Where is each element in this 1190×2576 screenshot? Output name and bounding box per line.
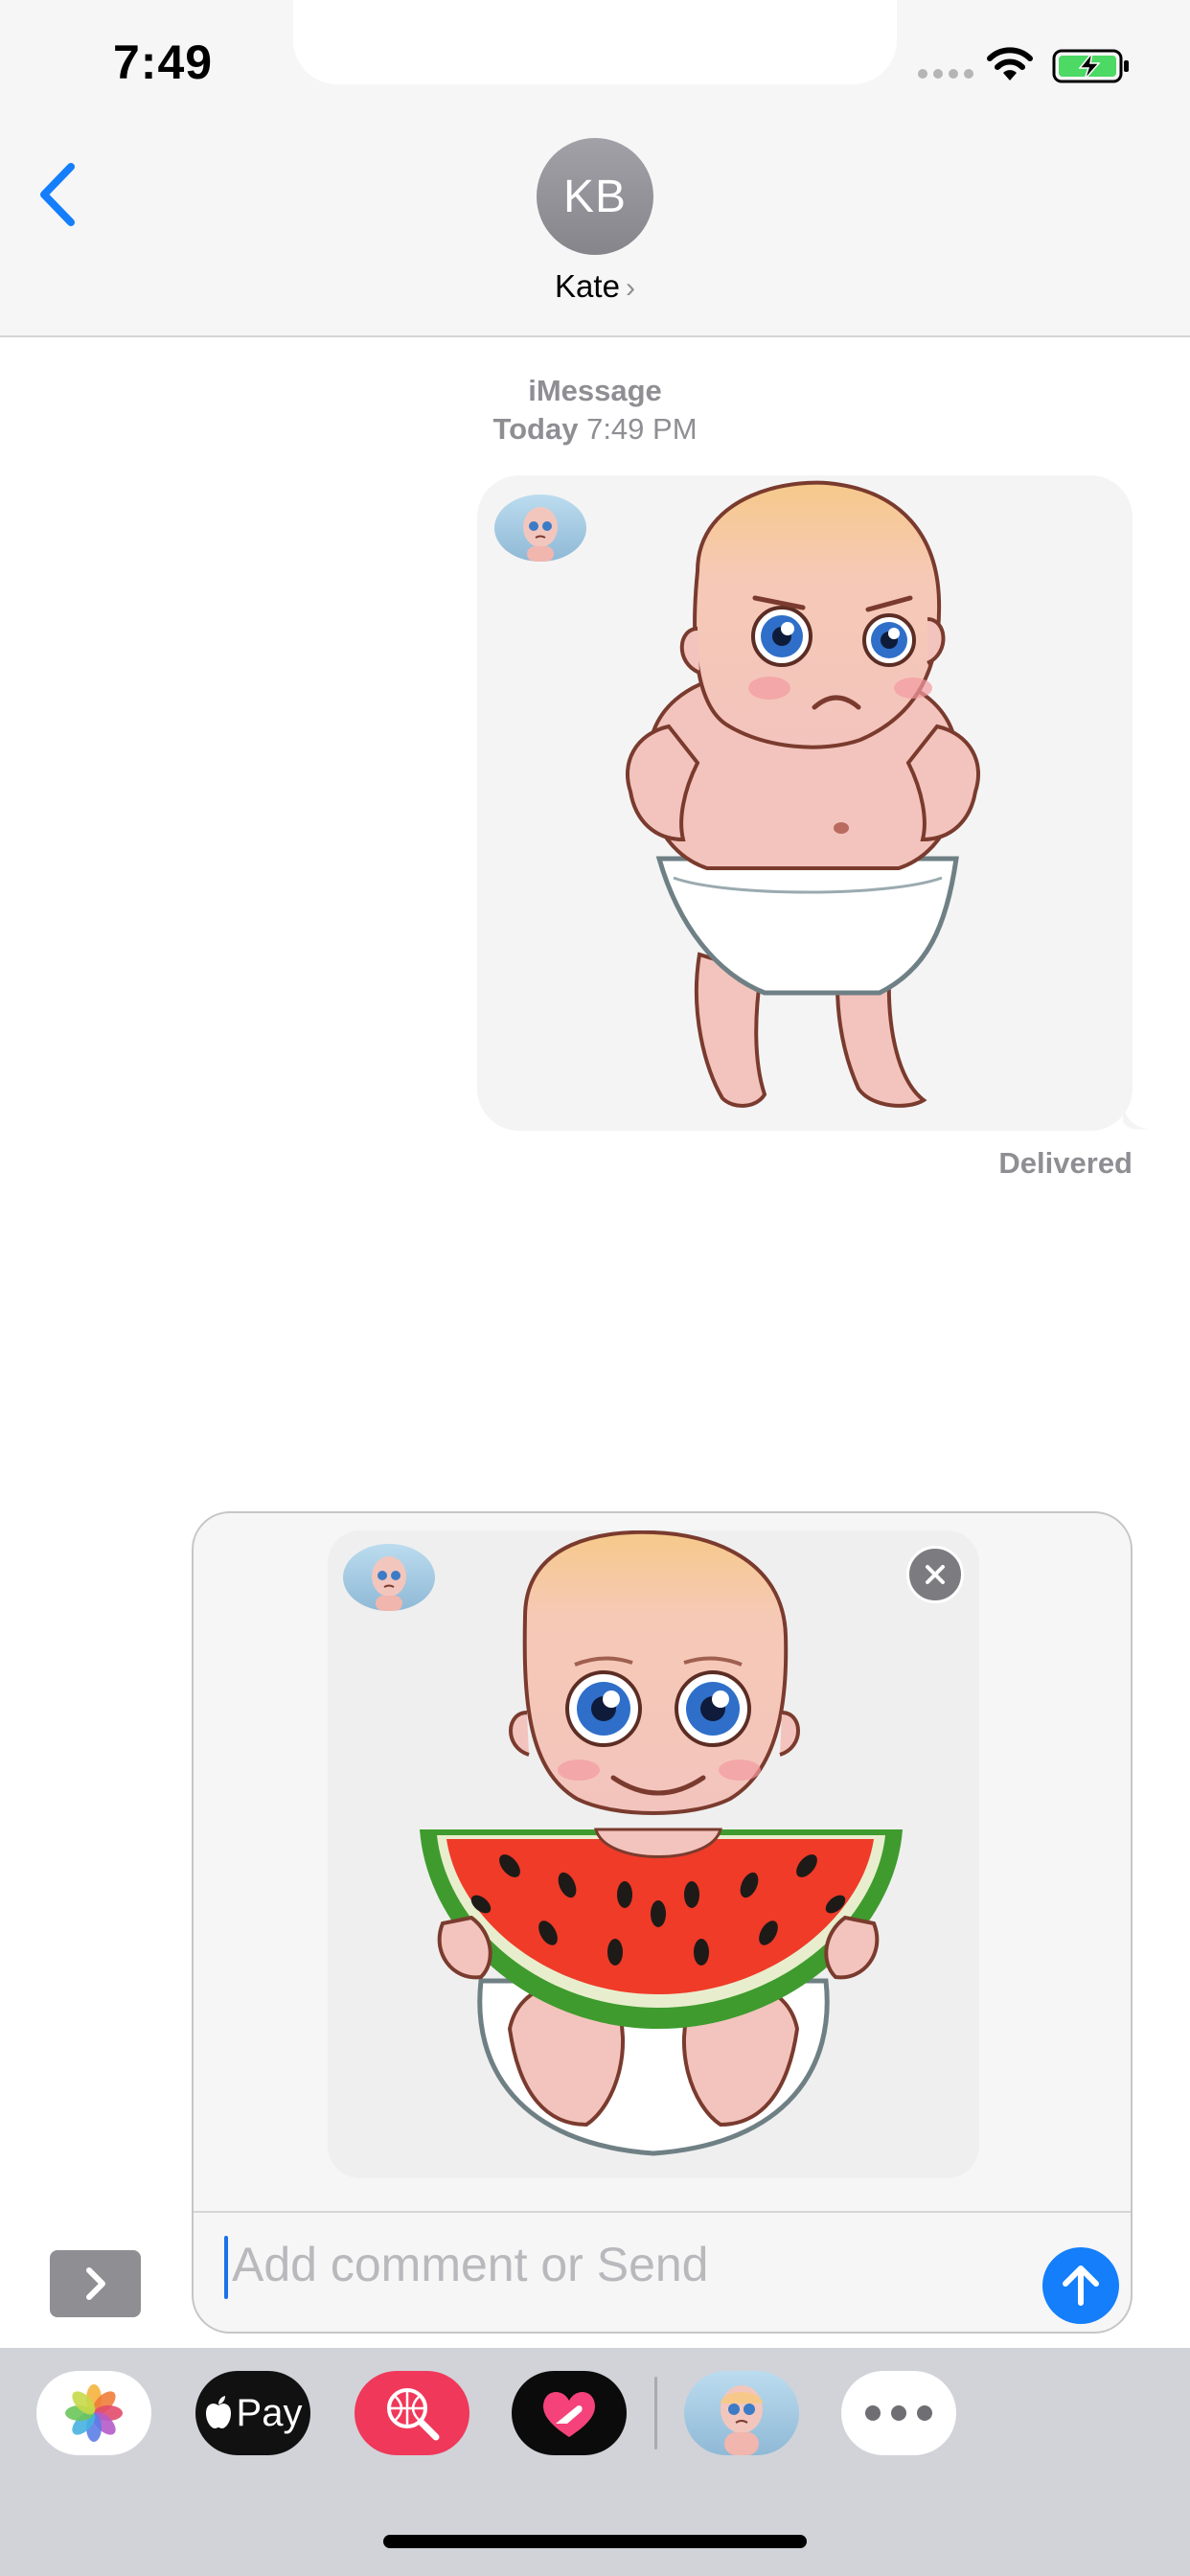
home-indicator[interactable] xyxy=(383,2535,807,2548)
messages-screen: 7:49 KB Kate › iMessage Today 7:49 PM De… xyxy=(0,0,1190,2576)
conversation-header: KB Kate › xyxy=(0,125,1190,337)
back-chevron-icon[interactable] xyxy=(29,151,86,238)
app-baby-stickers[interactable] xyxy=(684,2371,799,2455)
app-drawer-toggle-button[interactable] xyxy=(50,2250,141,2317)
more-icon xyxy=(865,2405,932,2421)
staged-sticker-preview[interactable] xyxy=(328,1530,979,2178)
baby-eating-watermelon-sticker xyxy=(420,1530,903,2156)
app-strip-divider xyxy=(654,2377,657,2450)
device-notch xyxy=(293,0,897,84)
contact-name: Kate xyxy=(555,268,620,304)
timestamp-day: Today xyxy=(492,412,579,446)
close-icon xyxy=(926,1565,945,1584)
globe-search-icon xyxy=(387,2388,440,2441)
apple-logo-icon xyxy=(205,2396,231,2428)
bubble-tail xyxy=(1123,1102,1148,1130)
contact-name-button[interactable]: Kate › xyxy=(0,268,1190,305)
status-bar: 7:49 xyxy=(0,0,1190,125)
battery-charging-icon xyxy=(1052,49,1129,83)
cellular-signal-icon xyxy=(918,69,973,79)
apple-pay-label: Pay xyxy=(236,2391,303,2434)
app-image-search[interactable] xyxy=(355,2371,469,2455)
send-button[interactable] xyxy=(1042,2247,1119,2324)
message-composer xyxy=(192,1511,1133,2334)
app-apple-pay[interactable]: Pay xyxy=(195,2371,310,2455)
message-input[interactable] xyxy=(232,2226,1018,2303)
composer-divider xyxy=(194,2211,1131,2213)
app-digital-touch[interactable] xyxy=(512,2371,627,2455)
sent-sticker-bubble[interactable] xyxy=(477,475,1133,1131)
baby-sticker-icon xyxy=(721,2385,763,2455)
timestamp-time: 7:49 PM xyxy=(586,412,698,446)
message-timestamp: Today 7:49 PM xyxy=(0,412,1190,447)
status-time: 7:49 xyxy=(113,35,214,89)
heart-hand-icon xyxy=(543,2392,595,2437)
photos-icon xyxy=(65,2384,123,2442)
text-cursor xyxy=(224,2236,228,2299)
wifi-icon xyxy=(987,47,1033,80)
chevron-right-icon: › xyxy=(625,272,635,304)
app-photos[interactable] xyxy=(36,2371,151,2455)
remove-sticker-button[interactable] xyxy=(906,1546,964,1603)
app-more[interactable] xyxy=(841,2371,956,2455)
grumpy-baby-sticker xyxy=(625,480,981,1108)
chevron-right-icon xyxy=(85,2267,105,2300)
delivery-status: Delivered xyxy=(998,1146,1133,1180)
contact-avatar[interactable]: KB xyxy=(537,138,653,255)
service-label: iMessage xyxy=(528,374,662,407)
arrow-up-icon xyxy=(1063,2266,1099,2306)
